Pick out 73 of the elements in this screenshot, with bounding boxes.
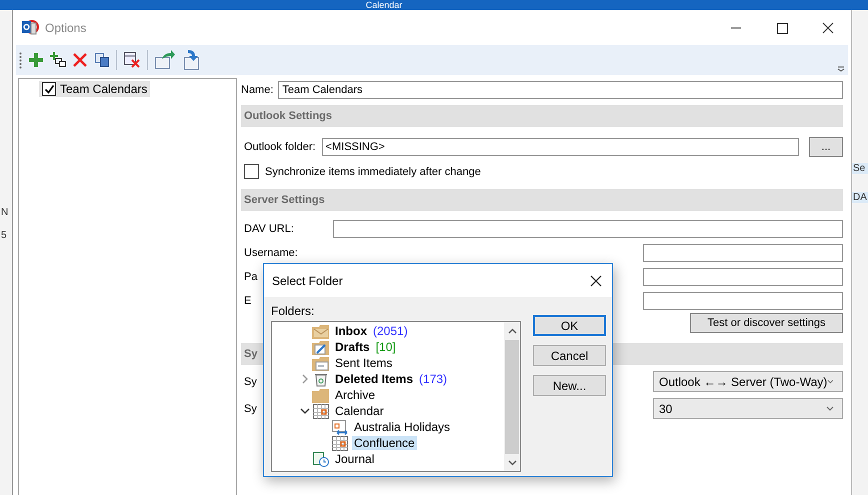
section-heading: Server Settings	[241, 189, 843, 211]
folder-icon	[312, 388, 330, 402]
checkbox[interactable]	[244, 164, 259, 179]
delete-icon[interactable]	[72, 52, 88, 68]
folder-item[interactable]: Calendar	[333, 404, 386, 418]
test-settings-button[interactable]: Test or discover settings	[690, 313, 843, 333]
copy-icon[interactable]	[94, 52, 110, 68]
add-copies-icon[interactable]	[50, 52, 66, 68]
text-field[interactable]	[333, 220, 843, 238]
folder-item[interactable]: Journal	[333, 452, 376, 466]
add-icon[interactable]	[28, 52, 44, 68]
dialog-button[interactable]: New...	[533, 375, 606, 396]
shared-calendar-icon	[331, 420, 349, 434]
chevron-down-icon	[826, 406, 834, 411]
scroll-down-icon[interactable]	[508, 460, 516, 466]
folder-item[interactable]: Australia Holidays	[352, 420, 452, 434]
sent-folder-icon	[312, 356, 330, 370]
field-label: DAV URL:	[244, 223, 294, 235]
background-text: DA	[852, 192, 868, 203]
section-heading: Outlook Settings	[241, 105, 843, 127]
calendar-icon	[331, 436, 349, 450]
outlook-folder-label: Outlook folder:	[244, 141, 316, 153]
trash-icon	[312, 372, 330, 386]
folder-item[interactable]: Drafts	[333, 340, 372, 354]
drafts-folder-icon	[312, 340, 330, 354]
journal-icon	[312, 452, 330, 466]
folder-item[interactable]: Inbox	[333, 324, 369, 338]
name-field[interactable]: Team Calendars	[278, 80, 843, 98]
browse-button[interactable]: ...	[809, 137, 843, 157]
chevron-down-icon	[827, 379, 834, 384]
folder-item[interactable]: Confluence	[352, 436, 417, 450]
app-logo-icon	[21, 18, 39, 36]
field-label: E	[244, 295, 252, 307]
item-count: (173)	[419, 372, 448, 386]
dropdown[interactable]: Outlook ←→ Server (Two-Way)	[653, 371, 843, 392]
overflow-chevron-icon[interactable]	[837, 66, 845, 72]
collapse-chevron-icon[interactable]	[300, 407, 310, 415]
field-label: Sy	[244, 402, 257, 414]
checkbox[interactable]	[42, 82, 56, 96]
tree-item-label: Team Calendars	[60, 82, 148, 96]
folders-label: Folders:	[271, 304, 316, 318]
checkbox-label: Synchronize items immediately after change	[265, 166, 481, 178]
outlook-folder-field[interactable]: <MISSING>	[322, 138, 799, 156]
dialog-button[interactable]: OK	[533, 315, 606, 336]
text-field[interactable]	[643, 268, 843, 286]
dialog-title: Select Folder	[272, 274, 343, 288]
scrollbar[interactable]	[504, 322, 520, 471]
name-label: Name:	[241, 84, 274, 96]
app-title: Calendar	[366, 0, 402, 10]
background-text: 5	[0, 230, 8, 241]
item-count: [10]	[376, 340, 396, 354]
dialog-button[interactable]: Cancel	[533, 345, 606, 366]
field-label: Username:	[244, 247, 298, 259]
background-text: Se	[852, 163, 868, 174]
calendar-icon	[312, 404, 330, 418]
folder-item[interactable]: Archive	[333, 388, 378, 402]
scroll-up-icon[interactable]	[508, 328, 516, 334]
text-field[interactable]	[643, 244, 843, 262]
text-field[interactable]	[643, 292, 843, 310]
tree-item[interactable]: Team Calendars	[39, 81, 150, 97]
window-title: Options	[45, 20, 86, 34]
clear-table-icon[interactable]	[123, 51, 141, 69]
export-icon[interactable]	[154, 49, 176, 71]
mail-folder-icon	[312, 324, 330, 338]
item-count: (2051)	[373, 324, 408, 338]
grip-icon	[19, 51, 22, 69]
background-text: N	[0, 207, 10, 218]
field-label: Sy	[244, 376, 257, 388]
dropdown[interactable]: 30	[653, 398, 843, 419]
folder-item[interactable]: Deleted Items	[333, 372, 416, 386]
field-label: Pa	[244, 271, 258, 283]
expand-chevron-icon[interactable]	[301, 374, 309, 384]
close-icon[interactable]	[590, 274, 602, 286]
